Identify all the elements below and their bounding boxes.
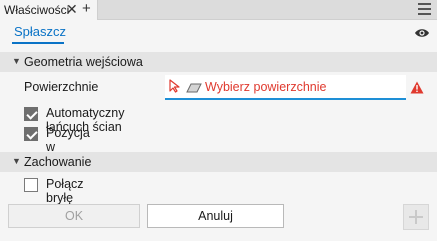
surfaces-label: Powierzchnie bbox=[24, 80, 99, 94]
face-parallelogram-icon bbox=[186, 82, 202, 93]
tab-properties-label: Właściwości bbox=[4, 3, 70, 17]
collapse-arrow-icon[interactable]: ▼ bbox=[12, 156, 21, 166]
cancel-button[interactable]: Anuluj bbox=[147, 204, 284, 228]
eye-icon[interactable] bbox=[414, 27, 430, 39]
tab-properties[interactable]: Właściwości ✕ + bbox=[0, 0, 98, 20]
section-behavior-title: Zachowanie bbox=[24, 155, 92, 169]
ok-button[interactable]: OK bbox=[8, 204, 140, 228]
warning-triangle-icon bbox=[410, 81, 424, 94]
subtab-underline bbox=[12, 42, 64, 44]
section-behavior[interactable]: ▼ Zachowanie bbox=[0, 152, 437, 172]
hamburger-menu-icon[interactable] bbox=[418, 3, 432, 16]
combine-checkbox[interactable] bbox=[24, 178, 38, 192]
auto-chain-checkbox[interactable] bbox=[24, 107, 38, 121]
surfaces-selector-text: Wybierz powierzchnie bbox=[205, 80, 327, 94]
section-input-geometry[interactable]: ▼ Geometria wejściowa bbox=[0, 52, 437, 72]
section-input-geometry-title: Geometria wejściowa bbox=[24, 55, 143, 69]
origin-position-checkbox[interactable] bbox=[24, 127, 38, 141]
surfaces-selector[interactable]: Wybierz powierzchnie bbox=[165, 75, 406, 100]
collapse-arrow-icon[interactable]: ▼ bbox=[12, 56, 21, 66]
subtab-flatten[interactable]: Spłaszcz bbox=[14, 24, 66, 39]
plus-icon[interactable] bbox=[403, 204, 429, 230]
close-icon[interactable]: ✕ bbox=[66, 1, 78, 18]
cursor-arrow-icon bbox=[169, 79, 181, 93]
add-tab-icon[interactable]: + bbox=[82, 0, 91, 17]
